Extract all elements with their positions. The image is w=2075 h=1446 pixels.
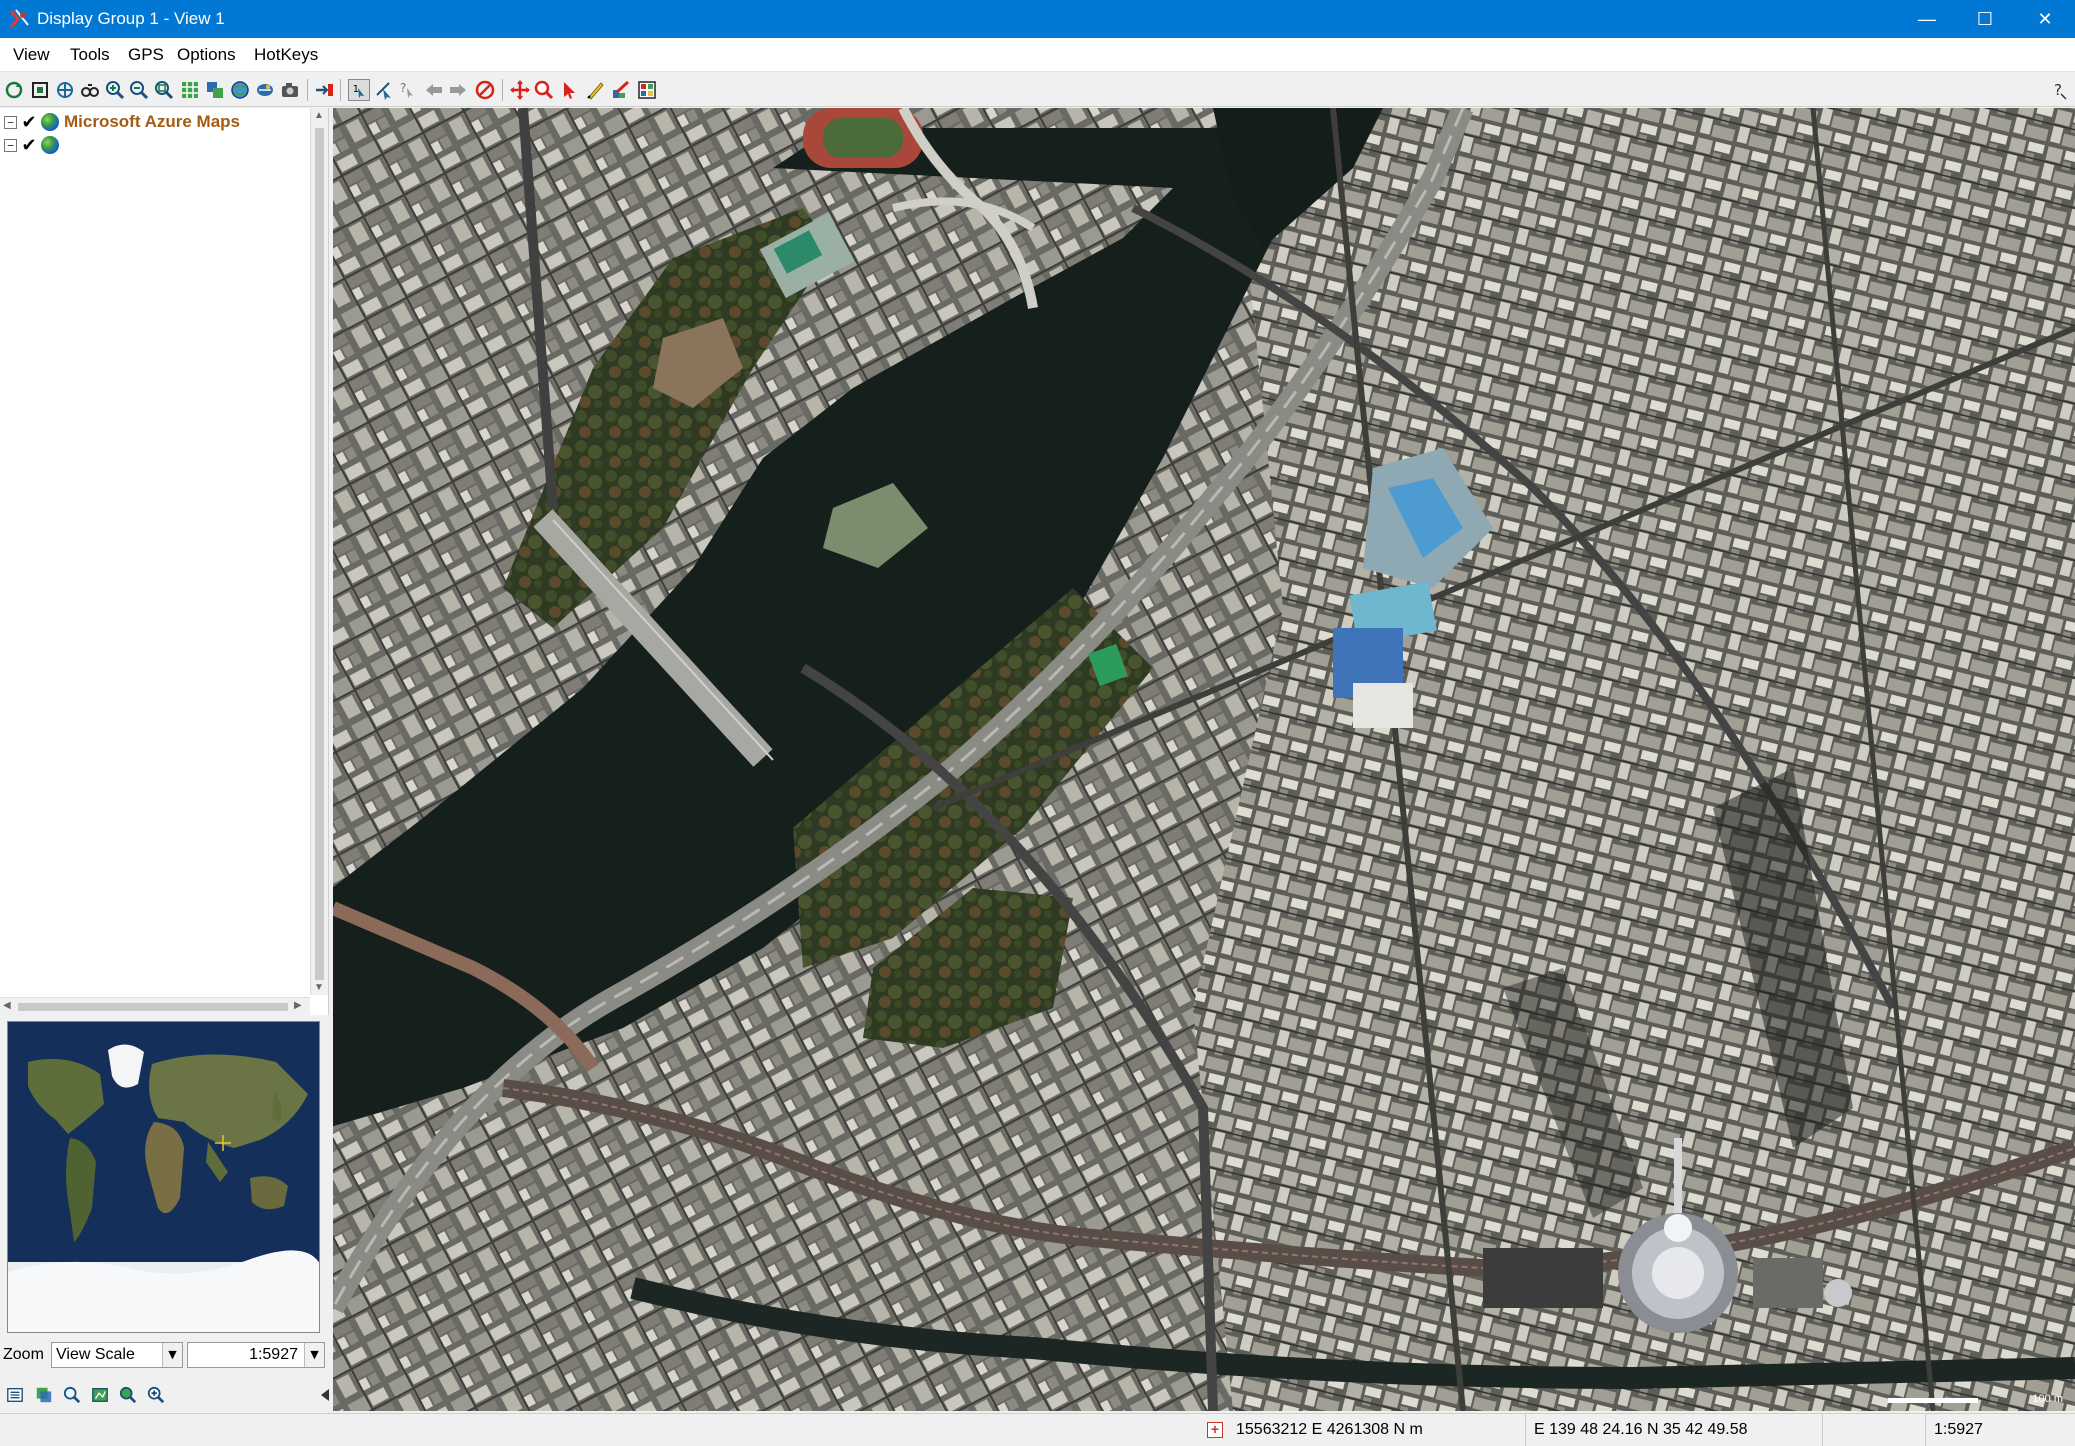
status-scale: 1:5927 — [1925, 1414, 2075, 1446]
svg-text:?: ? — [400, 81, 406, 95]
back-icon[interactable] — [423, 79, 445, 101]
geographic-coordinates: E 139 48 24.16 N 35 42 49.58 — [1525, 1414, 1822, 1446]
scale-input[interactable]: 1:5927 ▼ — [187, 1342, 325, 1368]
zoom-fit-icon[interactable] — [153, 79, 175, 101]
title-bar: Display Group 1 - View 1 — ☐ ✕ — [0, 0, 2075, 38]
projected-coordinates: 15563212 E 4261308 N m — [1228, 1414, 1525, 1446]
list-icon[interactable] — [4, 1384, 26, 1406]
zoom-refresh-icon[interactable] — [117, 1384, 139, 1406]
scroll-up-icon[interactable]: ▲ — [314, 110, 324, 121]
scale-value: 1:5927 — [249, 1346, 298, 1363]
zoom-previous-icon[interactable] — [79, 79, 101, 101]
zoom-label: Zoom — [3, 1346, 44, 1363]
chevron-down-icon[interactable]: ▼ — [162, 1343, 182, 1367]
toolbar-separator — [502, 79, 503, 101]
main-toolbar: 1 ? ? — [0, 73, 2075, 107]
status-scale-text: 1:5927 — [1934, 1421, 1983, 1438]
layer-row[interactable]: − ✔ Microsoft Azure Maps — [4, 111, 240, 133]
draw-icon[interactable] — [585, 79, 607, 101]
globe-icon — [41, 113, 59, 131]
zoom-mode-select[interactable]: View Scale ▼ — [51, 1342, 183, 1368]
scroll-thumb[interactable] — [315, 128, 324, 980]
menu-hotkeys[interactable]: HotKeys — [254, 45, 318, 65]
scroll-down-icon[interactable]: ▼ — [314, 982, 324, 993]
toolbar-separator — [307, 79, 308, 101]
menu-options[interactable]: Options — [177, 45, 236, 65]
projection-icon[interactable] — [254, 79, 276, 101]
window-title: Display Group 1 - View 1 — [37, 9, 225, 28]
app-icon — [9, 9, 29, 28]
menu-tools[interactable]: Tools — [70, 45, 110, 65]
map-view[interactable]: 100 m — [333, 108, 2075, 1411]
help-icon[interactable]: ? — [2048, 79, 2070, 101]
zoom-in-icon[interactable] — [104, 79, 126, 101]
maximize-button[interactable]: ☐ — [1956, 0, 2014, 38]
checkbox-icon[interactable]: ✔ — [20, 135, 38, 156]
zoom-row: Zoom View Scale ▼ 1:5927 ▼ — [0, 1340, 329, 1370]
zoom-in-icon[interactable] — [145, 1384, 167, 1406]
link-icon[interactable] — [313, 79, 335, 101]
globe-icon[interactable] — [229, 79, 251, 101]
scroll-left-icon[interactable]: ◀ — [3, 1000, 11, 1011]
tree-horizontal-scrollbar[interactable]: ◀ ▶ — [0, 997, 310, 1015]
edit-icon[interactable] — [610, 79, 632, 101]
collapse-icon[interactable]: − — [4, 138, 17, 152]
menu-gps[interactable]: GPS — [128, 45, 164, 65]
grid-icon[interactable] — [179, 79, 201, 101]
menu-bar: View Tools GPS Options HotKeys — [0, 38, 2075, 72]
capture-icon[interactable] — [279, 79, 301, 101]
pan-icon[interactable] — [54, 79, 76, 101]
zoom-out-icon[interactable] — [128, 79, 150, 101]
tree-vertical-scrollbar[interactable]: ▲ ▼ — [310, 108, 328, 995]
stop-icon[interactable] — [474, 79, 496, 101]
menu-view[interactable]: View — [13, 45, 50, 65]
checkbox-icon[interactable]: ✔ — [20, 112, 38, 133]
svg-text:?: ? — [2054, 81, 2062, 99]
pointer-icon[interactable] — [558, 79, 580, 101]
status-spacer — [1822, 1414, 1925, 1446]
collapse-icon[interactable]: − — [4, 115, 17, 129]
status-bar: + 15563212 E 4261308 N m E 139 48 24.16 … — [0, 1413, 2075, 1446]
query-icon[interactable]: ? — [397, 79, 419, 101]
layer-row[interactable]: − ✔ — [4, 134, 64, 156]
scroll-right-icon[interactable]: ▶ — [294, 1000, 302, 1011]
projected-coordinates-text: 15563212 E 4261308 N m — [1236, 1421, 1423, 1438]
zoom-box-icon[interactable] — [533, 79, 555, 101]
coordinate-icon: + — [1207, 1422, 1223, 1438]
scroll-thumb[interactable] — [18, 1003, 288, 1011]
toolbar-separator — [340, 79, 341, 101]
close-button[interactable]: ✕ — [2016, 0, 2074, 38]
forward-icon[interactable] — [447, 79, 469, 101]
map-scale-label: 100 m — [2032, 1393, 2063, 1405]
bottom-toolbar — [0, 1380, 329, 1410]
layers-icon[interactable] — [33, 1384, 55, 1406]
globe-icon — [41, 136, 59, 154]
zoom-mode-value: View Scale — [56, 1346, 135, 1363]
refresh-icon[interactable] — [3, 79, 25, 101]
geographic-coordinates-text: E 139 48 24.16 N 35 42 49.58 — [1534, 1421, 1748, 1438]
search-icon[interactable] — [61, 1384, 83, 1406]
layers-icon[interactable] — [204, 79, 226, 101]
measure-icon[interactable] — [373, 79, 395, 101]
layer-tree-panel: − ✔ Microsoft Azure Maps − ✔ — [0, 108, 329, 1015]
chevron-down-icon[interactable]: ▼ — [304, 1343, 324, 1367]
select-icon[interactable]: 1 — [348, 79, 370, 101]
overview-map[interactable] — [7, 1021, 320, 1333]
full-extent-icon[interactable] — [29, 79, 51, 101]
style-icon[interactable] — [636, 79, 658, 101]
map-icon[interactable] — [89, 1384, 111, 1406]
layer-label[interactable]: Microsoft Azure Maps — [64, 112, 240, 132]
svg-text:1: 1 — [353, 84, 359, 95]
move-icon[interactable] — [509, 79, 531, 101]
minimize-button[interactable]: — — [1898, 0, 1956, 38]
